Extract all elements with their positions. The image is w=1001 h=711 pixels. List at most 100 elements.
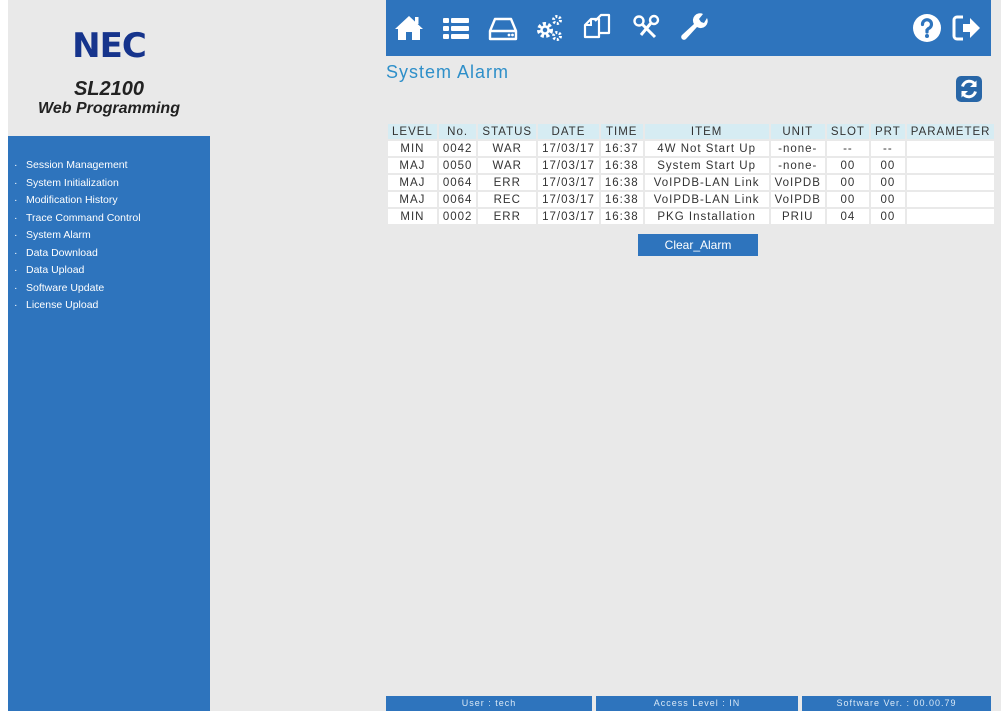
column-header-level: LEVEL: [388, 124, 437, 139]
column-header-time: TIME: [600, 124, 643, 139]
gears-icon[interactable]: [533, 12, 565, 44]
column-header-unit: UNIT: [770, 124, 825, 139]
sidebar-item-session-management[interactable]: · Session Management: [8, 157, 210, 175]
cell-time: 16:38: [600, 192, 643, 207]
table-row: MAJ 0050 WAR 17/03/17 16:38 System Start…: [388, 158, 995, 173]
sidebar-item-trace-command-control[interactable]: · Trace Command Control: [8, 210, 210, 228]
list-icon[interactable]: [440, 12, 472, 44]
cell-level: MIN: [388, 209, 437, 224]
cell-slot: 04: [826, 209, 869, 224]
cell-date: 17/03/17: [538, 175, 599, 190]
sidebar-item-data-upload[interactable]: · Data Upload: [8, 262, 210, 280]
cell-unit: -none-: [770, 158, 825, 173]
help-icon[interactable]: [911, 12, 943, 44]
sidebar-item-data-download[interactable]: · Data Download: [8, 245, 210, 263]
sidebar-item-system-alarm[interactable]: · System Alarm: [8, 227, 210, 245]
table-row: MAJ 0064 REC 17/03/17 16:38 VoIPDB-LAN L…: [388, 192, 995, 207]
main-content: System Alarm LEVEL No. STATUS DATE TIME …: [210, 0, 1001, 711]
column-header-date: DATE: [538, 124, 599, 139]
bullet-icon: ·: [14, 246, 18, 259]
sidebar-item-label: Data Download: [26, 246, 98, 259]
bullet-icon: ·: [14, 194, 18, 206]
cell-status: WAR: [478, 141, 537, 156]
cell-parameter: [906, 192, 995, 207]
cell-date: 17/03/17: [538, 209, 599, 224]
wrench-icon[interactable]: [679, 12, 711, 44]
cell-item: VoIPDB-LAN Link: [644, 175, 769, 190]
top-toolbar: [386, 0, 991, 56]
sidebar-item-system-initialization[interactable]: · System Initialization: [8, 175, 210, 193]
cell-prt: 00: [870, 192, 905, 207]
cell-level: MAJ: [388, 175, 437, 190]
cell-number: 0042: [438, 141, 477, 156]
cell-item: System Start Up: [644, 158, 769, 173]
column-header-parameter: PARAMETER: [906, 124, 995, 139]
cell-number: 0050: [438, 158, 477, 173]
sidebar-menu: · Session Management · System Initializati…: [8, 136, 210, 711]
sidebar-item-license-upload[interactable]: · License Upload: [8, 297, 210, 315]
table-row: MIN 0002 ERR 17/03/17 16:38 PKG Installa…: [388, 209, 995, 224]
sidebar-item-software-update[interactable]: · Software Update: [8, 280, 210, 298]
cell-number: 0002: [438, 209, 477, 224]
cell-parameter: [906, 141, 995, 156]
sidebar-item-label: Data Upload: [26, 264, 85, 276]
copy-icon[interactable]: [581, 12, 613, 44]
cell-time: 16:37: [600, 141, 643, 156]
alarm-table: LEVEL No. STATUS DATE TIME ITEM UNIT SLO…: [386, 122, 996, 226]
cell-number: 0064: [438, 175, 477, 190]
cell-parameter: [906, 209, 995, 224]
cell-date: 17/03/17: [538, 141, 599, 156]
product-subtitle: Web Programming: [38, 100, 180, 117]
bullet-icon: ·: [14, 211, 18, 224]
cell-item: PKG Installation: [644, 209, 769, 224]
cell-slot: --: [826, 141, 869, 156]
bullet-icon: ·: [14, 281, 18, 294]
cell-status: ERR: [478, 175, 537, 190]
refresh-icon: [961, 79, 977, 99]
cell-prt: 00: [870, 158, 905, 173]
column-header-prt: PRT: [870, 124, 905, 139]
cell-status: WAR: [478, 158, 537, 173]
cell-unit: VoIPDB: [770, 192, 825, 207]
sidebar-item-label: Trace Command Control: [26, 211, 141, 224]
drive-icon[interactable]: [487, 12, 519, 44]
column-header-status: STATUS: [478, 124, 537, 139]
logo-area: NEC SL2100 Web Programming: [8, 0, 210, 136]
cell-item: 4W Not Start Up: [644, 141, 769, 156]
cell-prt: 00: [870, 209, 905, 224]
column-header-slot: SLOT: [826, 124, 869, 139]
cell-level: MAJ: [388, 192, 437, 207]
sidebar-item-label: System Alarm: [26, 229, 91, 241]
cell-unit: PRIU: [770, 209, 825, 224]
nec-logo: NEC: [72, 26, 147, 66]
refresh-button[interactable]: [956, 76, 982, 102]
sidebar-item-label: Session Management: [26, 159, 128, 171]
cell-status: REC: [478, 192, 537, 207]
sidebar-item-modification-history[interactable]: · Modification History: [8, 192, 210, 210]
home-icon[interactable]: [393, 12, 425, 44]
cell-prt: 00: [870, 175, 905, 190]
cell-date: 17/03/17: [538, 192, 599, 207]
status-software-version: Software Ver. : 00.00.79: [802, 696, 991, 711]
cell-unit: -none-: [770, 141, 825, 156]
sidebar: NEC SL2100 Web Programming · Session Mana…: [8, 0, 210, 711]
cell-item: VoIPDB-LAN Link: [644, 192, 769, 207]
cell-unit: VoIPDB: [770, 175, 825, 190]
clear-alarm-button[interactable]: Clear_Alarm: [638, 234, 758, 256]
cell-prt: --: [870, 141, 905, 156]
cell-level: MIN: [388, 141, 437, 156]
sidebar-item-label: Software Update: [26, 281, 105, 294]
bullet-icon: ·: [14, 159, 18, 171]
column-header-number: No.: [438, 124, 477, 139]
table-row: MAJ 0064 ERR 17/03/17 16:38 VoIPDB-LAN L…: [388, 175, 995, 190]
page-title: System Alarm: [386, 62, 510, 82]
sidebar-item-label: Modification History: [26, 194, 118, 206]
bullet-icon: ·: [14, 229, 18, 241]
logout-icon[interactable]: [951, 12, 983, 44]
cell-time: 16:38: [600, 209, 643, 224]
tools-icon[interactable]: [631, 12, 663, 44]
sidebar-item-label: License Upload: [26, 299, 99, 311]
cell-parameter: [906, 175, 995, 190]
cell-time: 16:38: [600, 158, 643, 173]
cell-status: ERR: [478, 209, 537, 224]
